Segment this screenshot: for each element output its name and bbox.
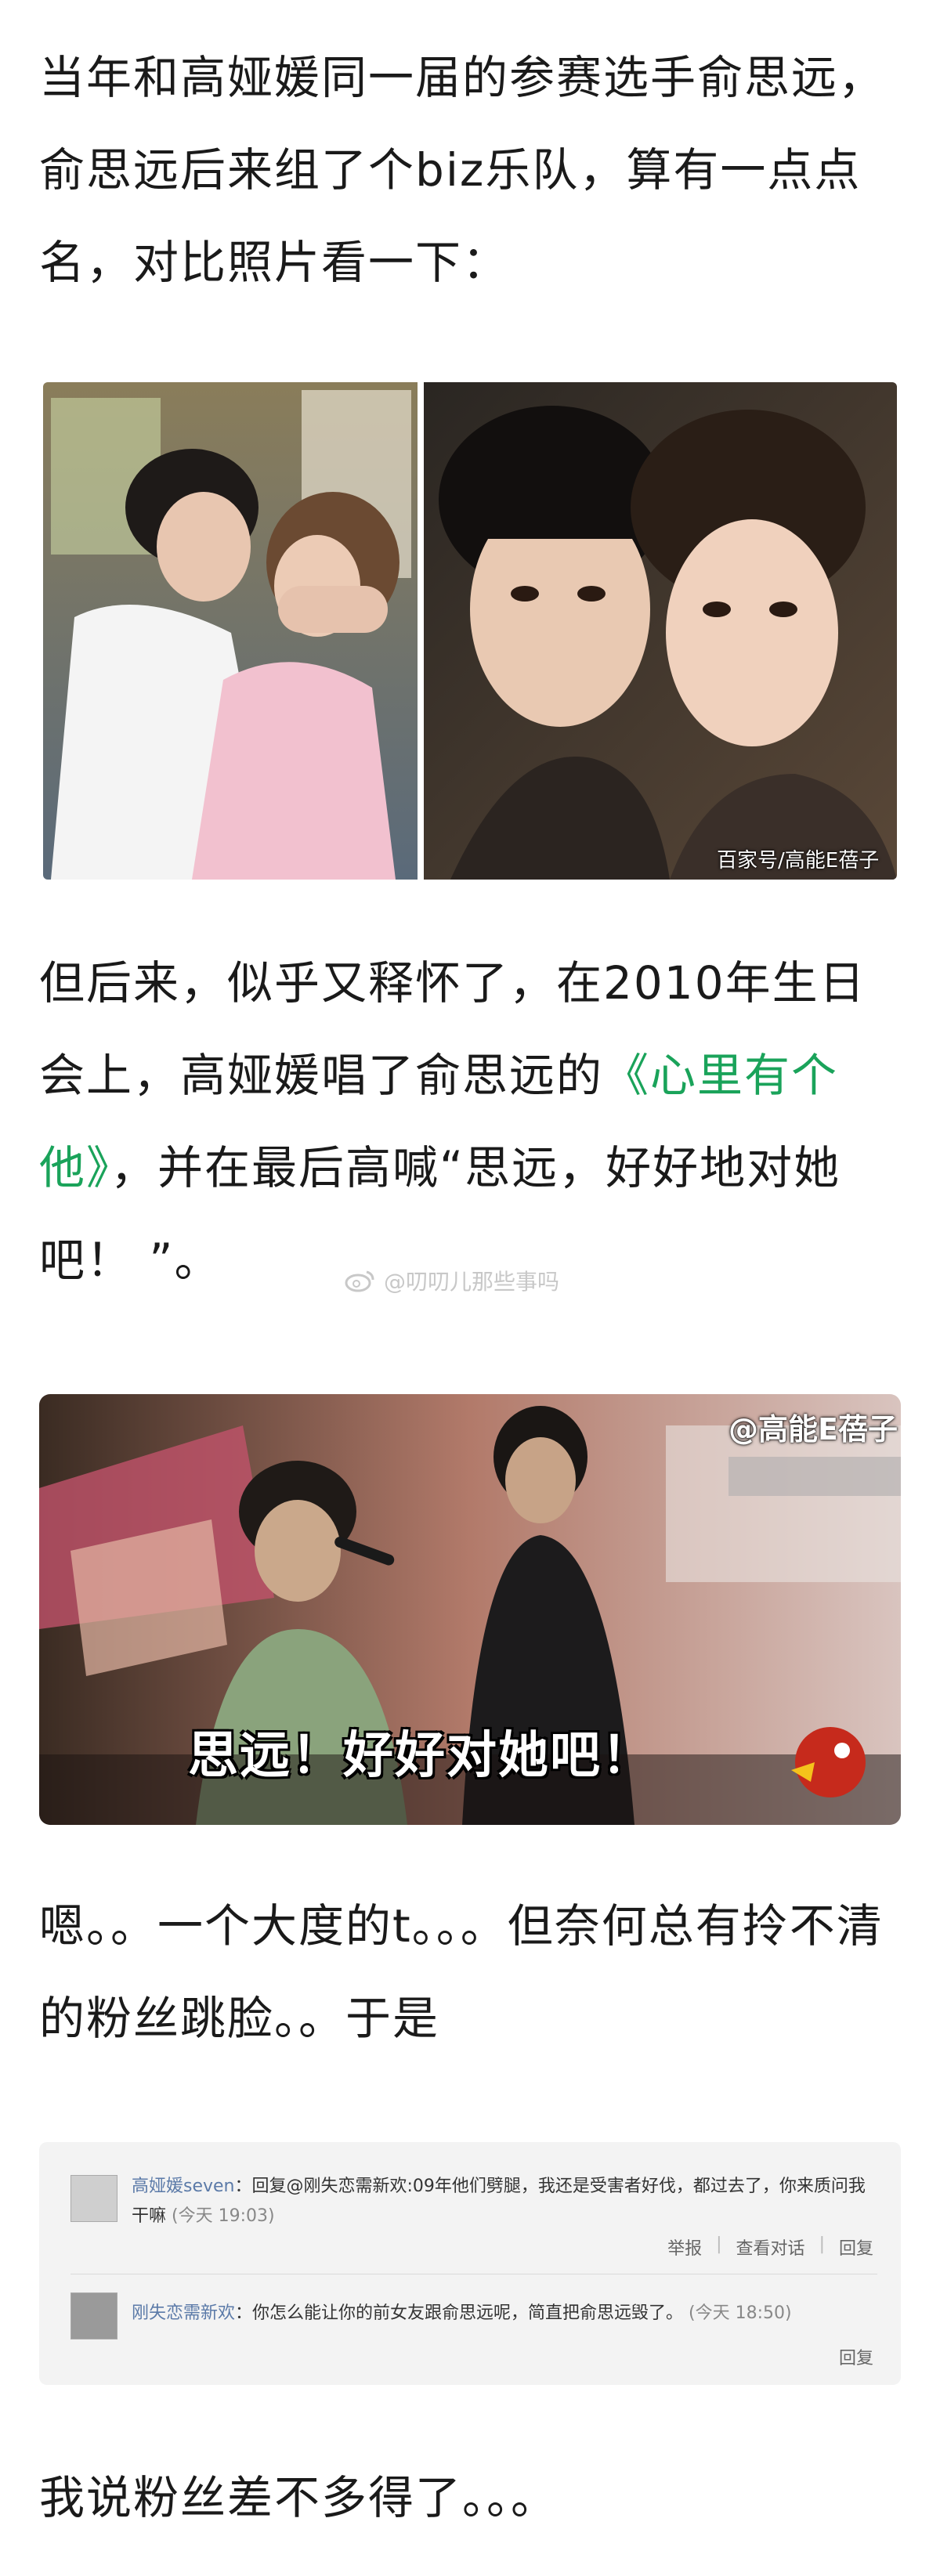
comment-screenshot: 高娅媛seven：回复@刚失恋需新欢:09年他们劈腿，我还是受害者好伐，都过去了… (39, 2142, 901, 2385)
stage-photo: @高能E蓓子 思远！好好对她吧！ (39, 1394, 901, 1825)
reply-button[interactable]: 回复 (839, 2235, 873, 2260)
comment-1-actions: 举报 | 查看对话 | 回复 (667, 2235, 873, 2260)
comment-text: ：你怎么能让你的前女友跟俞思远呢，简直把俞思远毁了。 (235, 2303, 684, 2323)
comment-2: 刚失恋需新欢：你怎么能让你的前女友跟俞思远呢，简直把俞思远毁了。 (今天 18:… (132, 2299, 877, 2329)
action-separator: | (819, 2235, 825, 2254)
comment-time: (今天 19:03) (172, 2206, 275, 2226)
comment-2-actions: 回复 (839, 2344, 873, 2369)
report-button[interactable]: 举报 (667, 2235, 702, 2260)
paragraph-fans: 嗯。。一个大度的t。。。但奈何总有拎不清的粉丝跳脸。。于是 (39, 1899, 884, 2045)
paragraph-conclusion: 我说粉丝差不多得了。。。 (39, 2471, 559, 2524)
comment-author[interactable]: 高娅媛seven (132, 2177, 235, 2196)
photo-credit: 百家号/高能E蓓子 (717, 849, 880, 873)
watermark-text: @叨叨儿那些事吗 (384, 1269, 560, 1295)
comparison-photo: 百家号/高能E蓓子 (43, 382, 897, 880)
comment-1: 高娅媛seven：回复@刚失恋需新欢:09年他们劈腿，我还是受害者好伐，都过去了… (132, 2172, 877, 2231)
paragraph-birthday: 但后来，似乎又释怀了，在2010年生日会上，高娅媛唱了俞思远的《心里有个他》，并… (39, 937, 901, 1306)
view-conversation-button[interactable]: 查看对话 (736, 2235, 805, 2260)
avatar (70, 2175, 118, 2222)
photo2-caption: 思远！好好对她吧！ (188, 1727, 653, 1785)
weibo-icon (345, 1270, 374, 1292)
avatar (70, 2292, 118, 2339)
reply-button[interactable]: 回复 (839, 2344, 873, 2369)
action-separator: | (716, 2235, 722, 2254)
comment-author[interactable]: 刚失恋需新欢 (132, 2303, 235, 2323)
paragraph-intro: 当年和高娅媛同一届的参赛选手俞思远，俞思远后来组了个biz乐队，算有一点点名，对… (39, 51, 886, 289)
comment-time: (今天 18:50) (689, 2303, 792, 2323)
weibo-watermark: @叨叨儿那些事吗 (345, 1265, 559, 1296)
photo2-credit: @高能E蓓子 (728, 1412, 898, 1447)
